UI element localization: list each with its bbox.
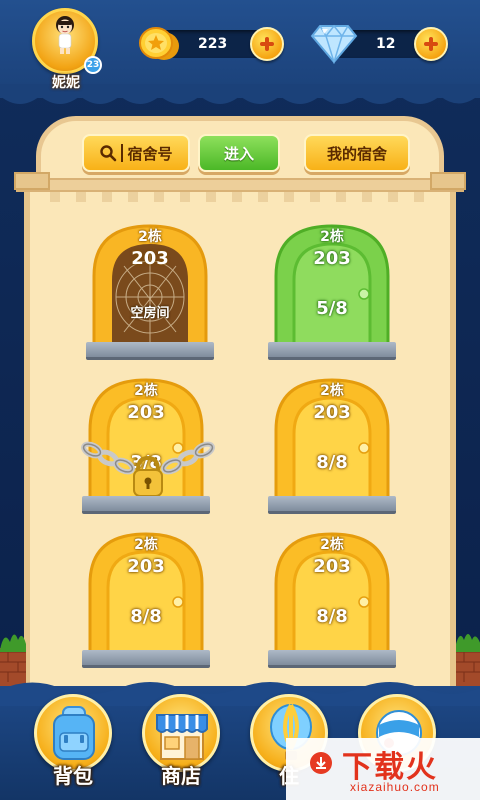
watermark-url: xiazaihuo.com (350, 780, 440, 794)
dorm-door[interactable]: 2栋 203 8/8 (268, 372, 396, 522)
coin-icon (139, 27, 179, 60)
door-occupancy: 8/8 (130, 606, 162, 627)
building-cornice (16, 178, 464, 192)
search-dorm-label: 宿舍号 (127, 144, 173, 163)
door-room-number: 203 (313, 402, 351, 423)
pillar-cap-right (430, 172, 466, 190)
pillar-cap-left (14, 172, 50, 190)
door-building-label: 2栋 (320, 383, 344, 399)
my-dorm-button[interactable]: 我的宿舍 (304, 134, 410, 172)
player-character-icon (56, 16, 74, 54)
watermark-logo-icon (310, 752, 332, 774)
door-building-label: 2栋 (320, 229, 344, 245)
shop-icon (156, 714, 208, 760)
player-name: 妮妮 (52, 75, 80, 91)
search-icon (100, 145, 117, 162)
add-diamonds-button[interactable] (414, 27, 448, 61)
door-step (268, 496, 396, 514)
search-dorm-button[interactable]: 宿舍号 (82, 134, 190, 172)
door-step (86, 342, 214, 360)
door-room-number: 203 (127, 556, 165, 577)
door-room-number: 203 (313, 556, 351, 577)
door-room-number: 203 (131, 248, 169, 269)
door-building-label: 2栋 (134, 383, 158, 399)
nav-label: 商店 (161, 764, 201, 788)
door-building-label: 2栋 (138, 229, 162, 245)
my-dorm-label: 我的宿舍 (326, 144, 387, 163)
watermark: 下载火 xiazaihuo.com (286, 738, 480, 800)
diamond-value: 12 (376, 36, 396, 52)
search-divider (121, 144, 124, 162)
enter-button[interactable]: 进入 (198, 134, 280, 172)
nav-label: 背包 (53, 764, 93, 788)
door-building-label: 2栋 (134, 537, 158, 553)
dorm-door[interactable]: 2栋 203 8/8 (268, 526, 396, 676)
diamond-icon (310, 24, 358, 64)
dorm-door[interactable]: 2栋 203 空房间 (86, 218, 214, 368)
nav-backpack-button[interactable]: 背包 (32, 694, 114, 794)
dorm-door[interactable]: 2栋 203 3/8 (81, 372, 215, 522)
door-step (268, 342, 396, 360)
nav-shop-button[interactable]: 商店 (140, 694, 222, 794)
door-room-number: 203 (313, 248, 351, 269)
dorm-door[interactable]: 2栋 203 8/8 (82, 526, 210, 676)
door-occupancy: 8/8 (316, 606, 348, 627)
coin-value: 223 (198, 36, 228, 52)
door-empty-status: 空房间 (130, 306, 170, 321)
door-step (82, 650, 210, 668)
enter-label: 进入 (223, 144, 254, 163)
backpack-icon (53, 706, 95, 760)
game-screen: 23 妮妮 223 12 宿舍号 进入 我的宿舍 2栋 203 空房间 2栋 2… (0, 0, 480, 800)
door-step (82, 496, 210, 514)
door-occupancy: 8/8 (316, 452, 348, 473)
door-room-number: 203 (127, 402, 165, 423)
door-building-label: 2栋 (320, 537, 344, 553)
add-coins-button[interactable] (250, 27, 284, 61)
door-step (268, 650, 396, 668)
building-crenels (50, 192, 430, 202)
dorm-door[interactable]: 2栋 203 5/8 (268, 218, 396, 368)
door-occupancy: 5/8 (316, 298, 348, 319)
